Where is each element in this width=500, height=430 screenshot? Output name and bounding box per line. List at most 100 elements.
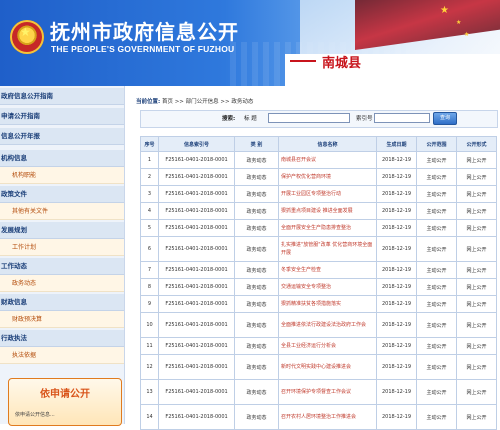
- cell-form: 网上公开: [456, 151, 497, 169]
- apply-open-banner[interactable]: 依申请公开 依申请公开信息...: [8, 378, 122, 426]
- search-button[interactable]: 查询: [433, 112, 457, 125]
- table-row: 14 F25161-0401-2018-0001 政务动态 召开农村人居环境整治工作推…: [140, 404, 497, 430]
- sidebar-item-planning[interactable]: 发展规划: [0, 222, 124, 239]
- cell-category: 政务动态: [234, 202, 279, 220]
- col-header-scope: 公开范围: [416, 136, 457, 152]
- cell-form: 网上公开: [456, 278, 497, 296]
- cell-scope: 主动公开: [416, 168, 457, 186]
- cell-title-link[interactable]: 保护产权优化营商环境: [278, 168, 377, 186]
- cell-no: 1: [140, 151, 159, 169]
- cell-category: 政务动态: [234, 168, 279, 186]
- cell-date: 2018-12-19: [376, 185, 417, 203]
- sidebar-item-policy[interactable]: 政策文件: [0, 186, 124, 203]
- cell-index: F25161-0401-2018-0001: [158, 261, 235, 279]
- col-header-category: 类 别: [234, 136, 279, 152]
- cell-category: 政务动态: [234, 379, 279, 405]
- cell-index: F25161-0401-2018-0001: [158, 236, 235, 262]
- cell-form: 网上公开: [456, 236, 497, 262]
- cell-index: F25161-0401-2018-0001: [158, 354, 235, 380]
- star-icon: ★: [464, 31, 470, 38]
- table-row: 1 F25161-0401-2018-0001 政务动态 南城县召开会议 2018-12…: [140, 151, 497, 169]
- cell-scope: 主动公开: [416, 202, 457, 220]
- title-search-input[interactable]: [268, 113, 350, 123]
- cell-date: 2018-12-19: [376, 261, 417, 279]
- cell-category: 政务动态: [234, 185, 279, 203]
- cell-form: 网上公开: [456, 168, 497, 186]
- cell-category: 政务动态: [234, 151, 279, 169]
- cell-title-link[interactable]: 召开农村人居环境整治工作推进会: [278, 404, 377, 430]
- county-divider: [290, 60, 316, 62]
- cell-form: 网上公开: [456, 354, 497, 380]
- sidebar-item-law-basis[interactable]: 执法依据: [0, 347, 124, 364]
- cell-no: 11: [140, 337, 159, 355]
- sidebar-item-work-plan[interactable]: 工作计划: [0, 239, 124, 256]
- cell-title-link[interactable]: 狠抓重点项目建设 推进全面发展: [278, 202, 377, 220]
- cell-no: 3: [140, 185, 159, 203]
- cell-title-link[interactable]: 交通运输安全专项整治: [278, 278, 377, 296]
- sidebar-item-law[interactable]: 行政执法: [0, 330, 124, 347]
- cell-category: 政务动态: [234, 404, 279, 430]
- cell-title-link[interactable]: 全面开展安全生产隐患排查整治: [278, 219, 377, 237]
- cell-scope: 主动公开: [416, 278, 457, 296]
- breadcrumb-path[interactable]: 首页 >> 部门公开信息 >> 政务动态: [162, 99, 253, 105]
- cell-title-link[interactable]: 扎实推进"放管服"改革 优化营商环境全面开展: [278, 236, 377, 262]
- cell-no: 14: [140, 404, 159, 430]
- sidebar-item-budget[interactable]: 财政预决算: [0, 311, 124, 328]
- cell-form: 网上公开: [456, 312, 497, 338]
- table-row: 13 F25161-0401-2018-0001 政务动态 召开环境保护专项督查工作会…: [140, 379, 497, 405]
- sidebar-item-guide[interactable]: 政府信息公开指南: [0, 88, 124, 105]
- cell-index: F25161-0401-2018-0001: [158, 202, 235, 220]
- cell-scope: 主动公开: [416, 354, 457, 380]
- cell-title-link[interactable]: 新时代文明实践中心建设推进会: [278, 354, 377, 380]
- cell-index: F25161-0401-2018-0001: [158, 404, 235, 430]
- sidebar-item-apply-guide[interactable]: 申请公开指南: [0, 108, 124, 125]
- county-name[interactable]: 南城县: [322, 52, 361, 71]
- cell-title-link[interactable]: 冬季安全生产检查: [278, 261, 377, 279]
- cell-scope: 主动公开: [416, 404, 457, 430]
- cell-title-link[interactable]: 狠抓精准扶贫各项措施落实: [278, 295, 377, 313]
- cell-index: F25161-0401-2018-0001: [158, 312, 235, 338]
- cell-form: 网上公开: [456, 404, 497, 430]
- cell-form: 网上公开: [456, 295, 497, 313]
- cell-index: F25161-0401-2018-0001: [158, 151, 235, 169]
- cell-no: 12: [140, 354, 159, 380]
- sidebar-item-annual-report[interactable]: 信息公开年报: [0, 128, 124, 145]
- cell-form: 网上公开: [456, 185, 497, 203]
- star-icon: ★: [456, 19, 462, 26]
- cell-title-link[interactable]: 召开环境保护专项督查工作会议: [278, 379, 377, 405]
- cell-no: 6: [140, 236, 159, 262]
- sidebar-item-org-duty[interactable]: 机构职能: [0, 167, 124, 184]
- cell-title-link[interactable]: 开展工业园区专项整治行动: [278, 185, 377, 203]
- info-table: 序号 信息索引号 类 别 信息名称 生成日期 公开范围 公开形式 1 F25161…: [140, 136, 497, 430]
- breadcrumb: 当前位置: 首页 >> 部门公开信息 >> 政务动态: [136, 97, 253, 105]
- cell-index: F25161-0401-2018-0001: [158, 278, 235, 296]
- table-row: 8 F25161-0401-2018-0001 政务动态 交通运输安全专项整治 2018…: [140, 278, 497, 296]
- cell-category: 政务动态: [234, 337, 279, 355]
- breadcrumb-label: 当前位置:: [136, 99, 161, 105]
- sidebar-item-org-info[interactable]: 机构信息: [0, 150, 124, 167]
- cell-title-link[interactable]: 全面推进依法行政建设法治政府工作会: [278, 312, 377, 338]
- national-emblem-icon: [10, 20, 44, 54]
- sidebar-item-gov-news[interactable]: 政务动态: [0, 275, 124, 292]
- docno-field-label: 索引号: [356, 116, 373, 122]
- search-label: 搜索:: [222, 116, 236, 122]
- cell-title-link[interactable]: 南城县召开会议: [278, 151, 377, 169]
- cell-date: 2018-12-19: [376, 151, 417, 169]
- cell-date: 2018-12-19: [376, 278, 417, 296]
- cell-scope: 主动公开: [416, 337, 457, 355]
- cell-title-link[interactable]: 全县工业经济运行分析会: [278, 337, 377, 355]
- cell-scope: 主动公开: [416, 379, 457, 405]
- sidebar-item-other-docs[interactable]: 其他有关文件: [0, 203, 124, 220]
- cell-date: 2018-12-19: [376, 404, 417, 430]
- cell-date: 2018-12-19: [376, 168, 417, 186]
- col-header-no: 序号: [140, 136, 159, 152]
- sidebar-item-work-news[interactable]: 工作动态: [0, 258, 124, 275]
- cell-form: 网上公开: [456, 379, 497, 405]
- county-bar: [285, 54, 500, 86]
- cell-scope: 主动公开: [416, 236, 457, 262]
- cell-date: 2018-12-19: [376, 379, 417, 405]
- docno-search-input[interactable]: [374, 113, 430, 123]
- sidebar-item-finance[interactable]: 财政信息: [0, 294, 124, 311]
- cell-scope: 主动公开: [416, 151, 457, 169]
- cell-no: 2: [140, 168, 159, 186]
